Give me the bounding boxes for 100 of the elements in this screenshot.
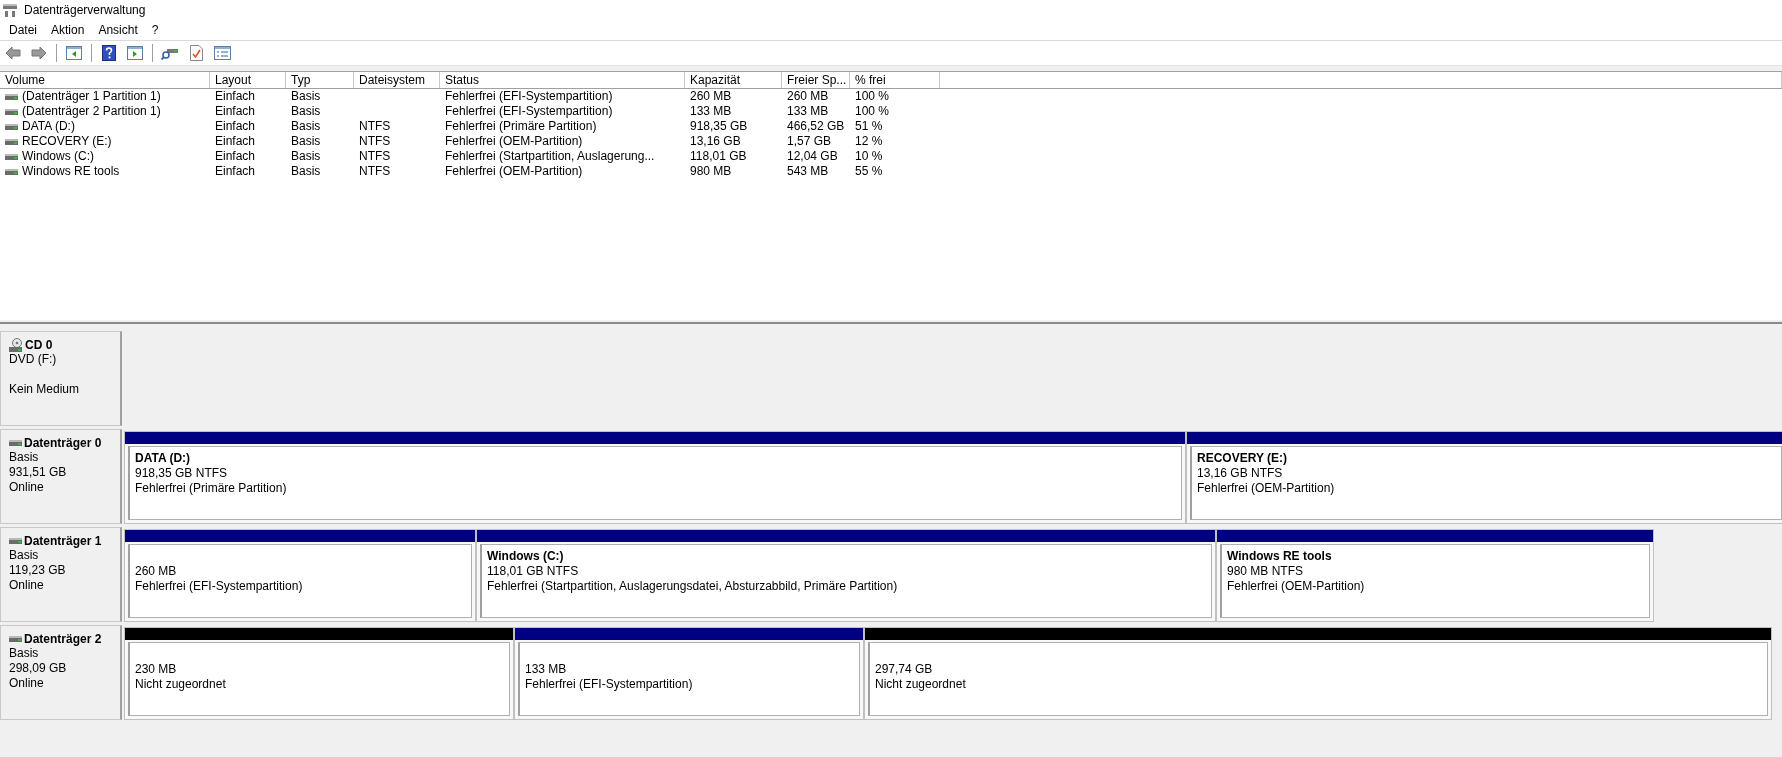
partition-status: Fehlerfrei (Startpartition, Auslagerungsdatei, Absturzabbild, Primäre Partition)	[487, 579, 899, 594]
table-cell: NTFS	[359, 149, 391, 164]
partition-size: 118,01 GB NTFS	[487, 564, 580, 579]
partition-block[interactable]: 297,74 GB Nicht zugeordnet	[864, 627, 1772, 720]
column-header[interactable]: Freier Sp...	[782, 72, 850, 88]
table-cell: 133 MB	[690, 104, 732, 119]
disk-drive-icon	[5, 122, 18, 131]
disk-name: CD 0	[25, 338, 53, 352]
partition-name: Windows RE tools	[1227, 549, 1333, 564]
table-cell: 260 MB	[690, 89, 732, 104]
table-cell: 12 %	[855, 134, 883, 149]
panel-icon	[66, 46, 82, 60]
properties-icon	[213, 46, 231, 60]
partition-size: 260 MB	[135, 564, 178, 579]
disk-info: Basis	[9, 450, 40, 465]
table-cell: 543 MB	[787, 164, 829, 179]
partition-status: Fehlerfrei (EFI-Systempartition)	[525, 677, 694, 692]
disk-drive-icon	[9, 537, 22, 545]
disk-label[interactable]: Datenträger 1 Basis 119,23 GB Online	[0, 527, 122, 622]
table-cell: 13,16 GB	[690, 134, 741, 149]
partition-block[interactable]: DATA (D:) 918,35 GB NTFS Fehlerfrei (Primäre Partition)	[124, 431, 1186, 524]
disk-info: Online	[9, 676, 45, 691]
table-cell: Basis	[291, 149, 321, 164]
partition-block[interactable]: Windows RE tools 980 MB NTFS Fehlerfrei (OEM-Partition)	[1216, 529, 1654, 622]
table-cell: 100 %	[855, 104, 890, 119]
table-cell: Fehlerfrei (Primäre Partition)	[445, 119, 597, 134]
column-header[interactable]: Status	[440, 72, 685, 88]
disk-info: Online	[9, 578, 45, 593]
column-header[interactable]: Dateisystem	[354, 72, 440, 88]
partition-status: Nicht zugeordnet	[875, 677, 967, 692]
menu-item[interactable]: ?	[144, 23, 166, 37]
table-cell: 466,52 GB	[787, 119, 845, 134]
table-cell: NTFS	[359, 134, 391, 149]
disk-label[interactable]: Datenträger 2 Basis 298,09 GB Online	[0, 625, 122, 720]
table-cell: Fehlerfrei (EFI-Systempartition)	[445, 104, 613, 119]
partition-block[interactable]: RECOVERY (E:) 13,16 GB NTFS Fehlerfrei (OEM-Partition)	[1186, 431, 1782, 524]
app-icon	[2, 3, 18, 17]
disk-drive-icon	[5, 107, 18, 116]
panel-icon	[127, 46, 143, 60]
partition-name: RECOVERY (E:)	[1197, 451, 1288, 466]
disk-drive-icon	[9, 439, 22, 447]
menu-item[interactable]: Datei	[2, 23, 44, 37]
table-cell: DATA (D:)	[22, 119, 75, 134]
disk-drive-icon	[5, 92, 18, 101]
disk-label[interactable]: Datenträger 0 Basis 931,51 GB Online	[0, 429, 122, 524]
disk-drive-icon	[5, 152, 18, 161]
disk-info: DVD (F:)	[9, 352, 58, 367]
column-header[interactable]: Layout	[210, 72, 286, 88]
table-cell: Einfach	[215, 104, 256, 119]
column-header[interactable]: % frei	[850, 72, 940, 88]
partition-status: Fehlerfrei (OEM-Partition)	[1227, 579, 1366, 594]
column-header[interactable]: Volume	[0, 72, 210, 88]
disk-drive-icon	[5, 137, 18, 146]
partition-size: 297,74 GB	[875, 662, 934, 677]
table-cell: Basis	[291, 119, 321, 134]
table-cell: RECOVERY (E:)	[22, 134, 112, 149]
disk-name: Datenträger 0	[24, 436, 102, 450]
table-cell: 51 %	[855, 119, 883, 134]
menu-item[interactable]: Ansicht	[91, 23, 145, 37]
partition-block[interactable]: 133 MB Fehlerfrei (EFI-Systempartition)	[514, 627, 864, 720]
table-cell: Basis	[291, 89, 321, 104]
disk-info: 119,23 GB	[9, 563, 67, 578]
menu-item[interactable]: Aktion	[44, 23, 92, 37]
table-cell: 133 MB	[787, 104, 829, 119]
disk-info: Basis	[9, 548, 40, 563]
table-cell: 980 MB	[690, 164, 732, 179]
table-cell: Einfach	[215, 149, 256, 164]
table-cell: (Datenträger 2 Partition 1)	[22, 104, 161, 119]
disk-info: Online	[9, 480, 45, 495]
disk-label[interactable]: CD 0 DVD (F:) Kein Medium	[0, 331, 122, 426]
disk-name: Datenträger 2	[24, 632, 102, 646]
table-cell: Fehlerfrei (OEM-Partition)	[445, 134, 583, 149]
column-header[interactable]: Typ	[286, 72, 354, 88]
partition-name: DATA (D:)	[135, 451, 192, 466]
right-arrow-icon	[31, 46, 47, 60]
table-cell: 918,35 GB	[690, 119, 748, 134]
table-cell: 10 %	[855, 149, 883, 164]
partition-status: Fehlerfrei (EFI-Systempartition)	[135, 579, 304, 594]
disk-name: Datenträger 1	[24, 534, 102, 548]
table-cell: 260 MB	[787, 89, 829, 104]
partition-block[interactable]: 260 MB Fehlerfrei (EFI-Systempartition)	[124, 529, 476, 622]
table-cell: Fehlerfrei (Startpartition, Auslagerung...	[445, 149, 655, 164]
window-title: Datenträgerverwaltung	[24, 3, 146, 17]
partition-block[interactable]: Windows (C:) 118,01 GB NTFS Fehlerfrei (Startpartition, Auslagerungsdatei, Absturzabbild, Primäre Partition)	[476, 529, 1216, 622]
table-cell: Basis	[291, 164, 321, 179]
disk-info: 298,09 GB	[9, 661, 68, 676]
disk-drive-icon	[5, 167, 18, 176]
table-cell: Windows RE tools	[22, 164, 120, 179]
partition-size: 230 MB	[135, 662, 178, 677]
left-arrow-icon	[5, 46, 21, 60]
table-cell: Einfach	[215, 134, 256, 149]
table-cell: NTFS	[359, 164, 391, 179]
table-cell: 12,04 GB	[787, 149, 838, 164]
table-cell: Fehlerfrei (OEM-Partition)	[445, 164, 583, 179]
table-cell: NTFS	[359, 119, 391, 134]
magnifier-icon	[161, 46, 179, 60]
partition-block[interactable]: 230 MB Nicht zugeordnet	[124, 627, 514, 720]
table-cell: Windows (C:)	[22, 149, 94, 164]
column-header[interactable]: Kapazität	[685, 72, 782, 88]
help-icon	[102, 45, 116, 61]
